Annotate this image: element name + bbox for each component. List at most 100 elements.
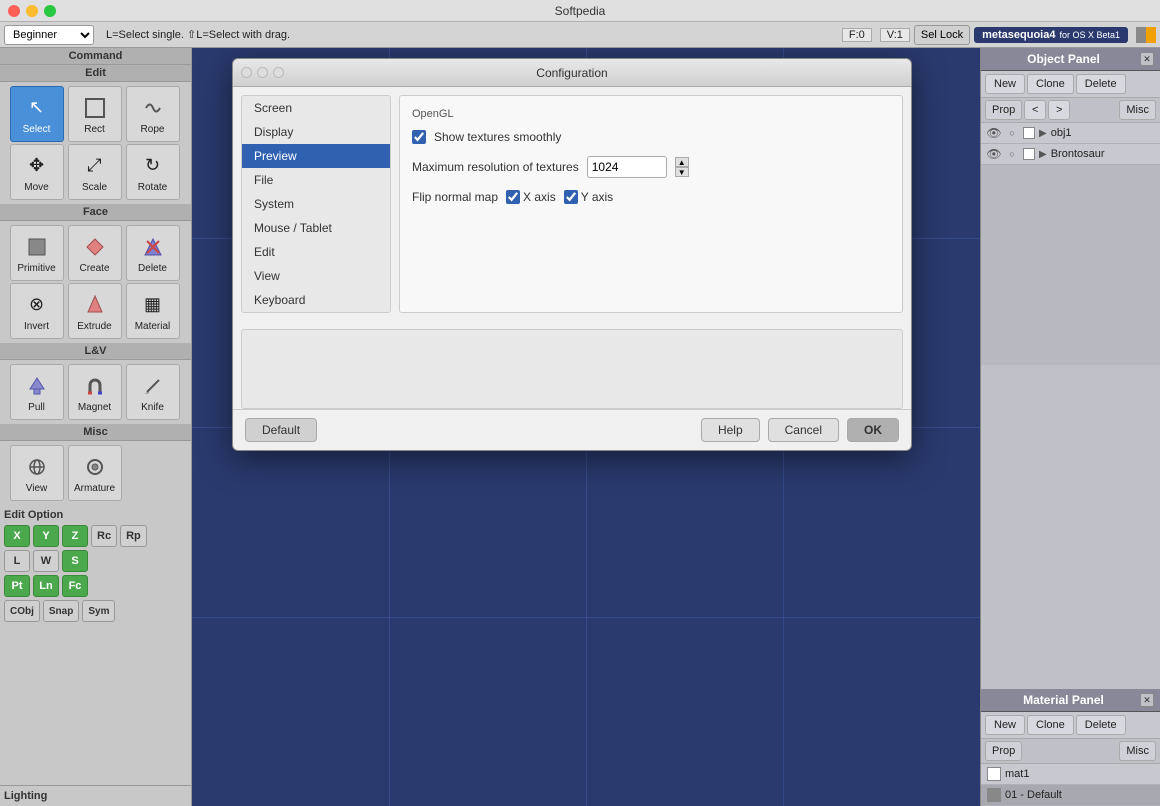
- content-label: OpenGL: [412, 108, 890, 120]
- dialog-body: Screen Display Preview File System Mouse…: [233, 87, 911, 321]
- tool-rope-label: Rope: [141, 124, 165, 135]
- x-axis-checkbox[interactable]: [506, 190, 520, 204]
- ok-button[interactable]: OK: [847, 418, 899, 442]
- material-delete-btn[interactable]: Delete: [1076, 715, 1126, 735]
- spinner-up[interactable]: ▲: [675, 157, 689, 167]
- object-item-brontosaur[interactable]: 👁 ○ ▶ Brontosaur: [981, 144, 1160, 165]
- maximize-button[interactable]: [44, 5, 56, 17]
- color-picker-icon[interactable]: [1136, 27, 1156, 43]
- object-prev-btn[interactable]: <: [1024, 100, 1046, 120]
- material-panel-close[interactable]: ✕: [1140, 693, 1154, 707]
- x-axis-btn[interactable]: X: [4, 525, 30, 547]
- nav-preview[interactable]: Preview: [242, 144, 390, 168]
- tool-pull[interactable]: Pull: [10, 364, 64, 420]
- tool-scale[interactable]: ⤢ Scale: [68, 144, 122, 200]
- delete-face-icon: [139, 233, 167, 261]
- tool-view[interactable]: View: [10, 445, 64, 501]
- window-controls[interactable]: [8, 5, 56, 17]
- tool-rope[interactable]: Rope: [126, 86, 180, 142]
- rp-btn[interactable]: Rp: [120, 525, 147, 547]
- object-misc-btn[interactable]: Misc: [1119, 100, 1156, 120]
- tool-armature[interactable]: Armature: [68, 445, 122, 501]
- default-button[interactable]: Default: [245, 418, 317, 442]
- tool-rotate[interactable]: ↻ Rotate: [126, 144, 180, 200]
- eye-icon-brontosaur[interactable]: 👁: [987, 147, 1001, 161]
- logo-text: metasequoia4: [982, 29, 1055, 41]
- check-brontosaur[interactable]: [1023, 148, 1035, 160]
- rope-icon: [139, 94, 167, 122]
- rc-btn[interactable]: Rc: [91, 525, 117, 547]
- material-misc-btn[interactable]: Misc: [1119, 741, 1156, 761]
- tool-invert[interactable]: ⊗ Invert: [10, 283, 64, 339]
- material-clone-btn[interactable]: Clone: [1027, 715, 1074, 735]
- nav-edit[interactable]: Edit: [242, 240, 390, 264]
- material-new-btn[interactable]: New: [985, 715, 1025, 735]
- z-axis-btn[interactable]: Z: [62, 525, 88, 547]
- material-item-mat1[interactable]: mat1: [981, 764, 1160, 785]
- show-textures-checkbox[interactable]: [412, 130, 426, 144]
- help-button[interactable]: Help: [701, 418, 760, 442]
- object-new-btn[interactable]: New: [985, 74, 1025, 94]
- eye2-icon-obj1[interactable]: ○: [1005, 126, 1019, 140]
- tool-primitive[interactable]: Primitive: [10, 225, 64, 281]
- tool-magnet[interactable]: Magnet: [68, 364, 122, 420]
- fc-btn[interactable]: Fc: [62, 575, 88, 597]
- tool-rect[interactable]: Rect: [68, 86, 122, 142]
- object-delete-btn[interactable]: Delete: [1076, 74, 1126, 94]
- l-btn[interactable]: L: [4, 550, 30, 572]
- material-prop-btn[interactable]: Prop: [985, 741, 1022, 761]
- sym-btn[interactable]: Sym: [82, 600, 115, 622]
- magnet-icon: [81, 372, 109, 400]
- nav-mouse-tablet[interactable]: Mouse / Tablet: [242, 216, 390, 240]
- mode-select[interactable]: Beginner: [4, 25, 94, 45]
- nav-screen[interactable]: Screen: [242, 96, 390, 120]
- object-item-obj1[interactable]: 👁 ○ ▶ obj1: [981, 123, 1160, 144]
- check-obj1[interactable]: [1023, 127, 1035, 139]
- spinner-down[interactable]: ▼: [675, 167, 689, 177]
- object-prop-btn[interactable]: Prop: [985, 100, 1022, 120]
- tool-select[interactable]: ↖ Select: [10, 86, 64, 142]
- object-next-btn[interactable]: >: [1048, 100, 1070, 120]
- config-dialog[interactable]: Configuration Screen Display Preview Fil…: [232, 58, 912, 451]
- dialog-min-btn[interactable]: [257, 67, 268, 78]
- nav-system[interactable]: System: [242, 192, 390, 216]
- tool-knife[interactable]: Knife: [126, 364, 180, 420]
- dialog-max-btn[interactable]: [273, 67, 284, 78]
- tool-move[interactable]: ✥ Move: [10, 144, 64, 200]
- close-button[interactable]: [8, 5, 20, 17]
- edit-option-row1: X Y Z Rc Rp: [4, 525, 187, 547]
- max-res-input[interactable]: [587, 156, 667, 178]
- nav-display[interactable]: Display: [242, 120, 390, 144]
- tool-material[interactable]: ▦ Material: [126, 283, 180, 339]
- nav-file[interactable]: File: [242, 168, 390, 192]
- tool-create[interactable]: Create: [68, 225, 122, 281]
- ln-btn[interactable]: Ln: [33, 575, 59, 597]
- tool-extrude[interactable]: Extrude: [68, 283, 122, 339]
- eye2-icon-brontosaur[interactable]: ○: [1005, 147, 1019, 161]
- app-logo: metasequoia4 for OS X Beta1: [974, 27, 1128, 43]
- y-axis-checkbox[interactable]: [564, 190, 578, 204]
- edit-section-label: Edit: [0, 65, 191, 82]
- cancel-button[interactable]: Cancel: [768, 418, 839, 442]
- object-clone-btn[interactable]: Clone: [1027, 74, 1074, 94]
- snap-btn[interactable]: Snap: [43, 600, 79, 622]
- object-panel-close[interactable]: ✕: [1140, 52, 1154, 66]
- dialog-close-btn[interactable]: [241, 67, 252, 78]
- center-viewport[interactable]: Configuration Screen Display Preview Fil…: [192, 48, 980, 806]
- misc-tools: View Armature: [0, 441, 191, 505]
- minimize-button[interactable]: [26, 5, 38, 17]
- y-axis-btn[interactable]: Y: [33, 525, 59, 547]
- pt-btn[interactable]: Pt: [4, 575, 30, 597]
- dialog-window-controls[interactable]: [241, 67, 284, 78]
- s-btn[interactable]: S: [62, 550, 88, 572]
- tool-delete-face[interactable]: Delete: [126, 225, 180, 281]
- nav-view[interactable]: View: [242, 264, 390, 288]
- nav-keyboard[interactable]: Keyboard: [242, 288, 390, 312]
- material-item-default[interactable]: 01 - Default: [981, 785, 1160, 806]
- flip-normal-label: Flip normal map: [412, 190, 498, 204]
- w-btn[interactable]: W: [33, 550, 59, 572]
- cobj-btn[interactable]: CObj: [4, 600, 40, 622]
- eye-icon-obj1[interactable]: 👁: [987, 126, 1001, 140]
- sel-lock-button[interactable]: Sel Lock: [914, 25, 970, 45]
- res-spinner[interactable]: ▲ ▼: [675, 157, 689, 177]
